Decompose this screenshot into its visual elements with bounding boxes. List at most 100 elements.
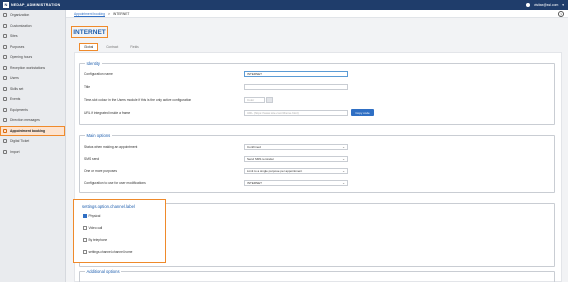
sites-icon bbox=[3, 34, 7, 39]
skills-icon bbox=[3, 86, 7, 91]
tab-contract[interactable]: Contract bbox=[102, 43, 122, 51]
sidebar-item-label: Events bbox=[10, 97, 21, 102]
brand[interactable]: N NEDAP_ADMINISTRATION bbox=[3, 1, 61, 8]
field-label: Configuration to use for user modificati… bbox=[84, 180, 146, 185]
sidebar-item-events[interactable]: Events bbox=[0, 94, 65, 105]
title-input[interactable] bbox=[244, 83, 348, 90]
sidebar-item-skills-set[interactable]: Skills set bbox=[0, 84, 65, 95]
field-label: Status when making an appointment bbox=[84, 144, 138, 149]
sidebar-item-label: Appointment booking bbox=[10, 128, 46, 133]
sidebar-item-label: Opening hours bbox=[10, 55, 33, 60]
checkbox-row[interactable]: Video call bbox=[83, 225, 102, 231]
chevron-down-icon: ⌄ bbox=[342, 157, 345, 161]
checkbox-row[interactable]: By telephone bbox=[83, 237, 107, 243]
color-swatch[interactable] bbox=[266, 96, 273, 103]
user-email[interactable]: visitax@ssl.com bbox=[534, 3, 558, 7]
chevron-down-icon: ⌄ bbox=[342, 181, 345, 185]
purposes-icon bbox=[3, 44, 7, 49]
top-bar: N NEDAP_ADMINISTRATION visitax@ssl.com ▾ bbox=[0, 0, 568, 10]
sidebar-item-sites[interactable]: Sites bbox=[0, 31, 65, 42]
chevron-down-icon: ⌄ bbox=[342, 169, 345, 173]
sidebar-item-equipments[interactable]: Equipments bbox=[0, 105, 65, 116]
sms-select[interactable]: Send SMS reminder ⌄ bbox=[244, 155, 348, 162]
message-icon bbox=[3, 118, 7, 123]
form-row: Time-slot colour in the Users module if … bbox=[84, 96, 550, 103]
user-modifications-select[interactable]: INTERNET ⌄ bbox=[244, 179, 348, 186]
checkbox-label: Video call bbox=[88, 226, 103, 230]
sidebar-item-label: Equipments bbox=[10, 107, 28, 112]
sidebar-item-reception-workstations[interactable]: Reception workstations bbox=[0, 63, 65, 74]
field-label: Configuration name bbox=[84, 71, 113, 76]
tab-global[interactable]: Global bbox=[79, 43, 99, 51]
sidebar-item-import[interactable]: Import bbox=[0, 147, 65, 158]
channel-options-box: settings.option.channel.label Physical V… bbox=[73, 199, 166, 263]
checkbox-physical[interactable] bbox=[83, 214, 87, 218]
sidebar-item-appointment-booking[interactable]: Appointment booking bbox=[0, 125, 65, 136]
chevron-down-icon: ⌄ bbox=[342, 145, 345, 149]
checkbox-telephone[interactable] bbox=[83, 238, 87, 242]
breadcrumb-current: INTERNET bbox=[112, 11, 130, 16]
chevron-down-icon[interactable]: ▾ bbox=[562, 3, 564, 7]
sidebar-item-organization[interactable]: Organization bbox=[0, 10, 65, 21]
sidebar-item-label: Direction messages bbox=[10, 118, 40, 123]
checkbox-label: By telephone bbox=[88, 238, 108, 242]
sidebar-item-label: Customization bbox=[10, 23, 32, 28]
additional-options-section: Additional options bbox=[79, 269, 555, 282]
sidebar-item-label: Purposes bbox=[10, 44, 25, 49]
field-label: SMS send bbox=[84, 156, 100, 161]
organization-icon bbox=[3, 13, 7, 18]
channel-title: settings.option.channel.label bbox=[82, 204, 135, 209]
sidebar-item-digital-ticket[interactable]: Digital Ticket bbox=[0, 136, 65, 147]
sidebar-item-label: Import bbox=[10, 149, 20, 154]
checkbox-home[interactable] bbox=[83, 250, 87, 254]
calendar-icon bbox=[3, 128, 7, 133]
events-icon bbox=[3, 97, 7, 102]
sidebar-item-label: Sites bbox=[10, 34, 18, 39]
select-value: Confirmed bbox=[247, 144, 261, 149]
sidebar-item-label: Skills set bbox=[10, 86, 24, 91]
purposes-select[interactable]: Limit to a single purpose per appointmen… bbox=[244, 167, 348, 174]
ticket-icon bbox=[3, 139, 7, 144]
identity-section: Identity Configuration name INTERNET Tit… bbox=[79, 61, 555, 125]
sidebar-item-purposes[interactable]: Purposes bbox=[0, 42, 65, 53]
breadcrumb-separator: > bbox=[107, 11, 110, 16]
sidebar-item-direction-messages[interactable]: Direction messages bbox=[0, 115, 65, 126]
checkbox-label: settings.channel.channel.home bbox=[88, 250, 133, 254]
nedap-logo-icon: N bbox=[3, 1, 9, 8]
breadcrumb-parent-link[interactable]: Appointment booking bbox=[74, 12, 105, 16]
checkbox-row[interactable]: Physical bbox=[83, 213, 100, 219]
sidebar-item-customization[interactable]: Customization bbox=[0, 21, 65, 32]
iframe-url-input[interactable]: URL (https://www.site.com/iframe.html) bbox=[244, 109, 348, 116]
select-value: Limit to a single purpose per appointmen… bbox=[247, 168, 303, 173]
checkbox-label: Physical bbox=[88, 214, 101, 218]
user-avatar-icon[interactable] bbox=[525, 2, 530, 7]
sidebar-item-label: Organization bbox=[10, 13, 30, 18]
sidebar-item-opening-hours[interactable]: Opening hours bbox=[0, 52, 65, 63]
help-icon[interactable]: ? bbox=[558, 11, 564, 17]
sidebar-item-users[interactable]: Users bbox=[0, 73, 65, 84]
main-options-section: Main options Status when making an appoi… bbox=[79, 133, 555, 193]
copy-code-button[interactable]: Copy code bbox=[351, 109, 374, 116]
checkbox-video-call[interactable] bbox=[83, 226, 87, 230]
configuration-name-input[interactable]: INTERNET bbox=[244, 70, 348, 77]
workstation-icon bbox=[3, 65, 7, 70]
select-value: Send SMS reminder bbox=[247, 156, 275, 161]
color-input[interactable]: Color bbox=[244, 96, 265, 103]
status-select[interactable]: Confirmed ⌄ bbox=[244, 143, 348, 150]
clock-icon bbox=[3, 55, 7, 60]
users-icon bbox=[3, 76, 7, 81]
breadcrumb: Appointment booking > INTERNET ? bbox=[66, 10, 568, 18]
field-label: One or more purposes bbox=[84, 168, 117, 173]
sidebar-item-label: Reception workstations bbox=[10, 65, 46, 70]
section-title: Main options bbox=[85, 133, 112, 138]
sidebar: Organization Customization Sites Purpose… bbox=[0, 10, 66, 282]
section-title: Additional options bbox=[85, 269, 122, 274]
field-label: URL if integrated inside a frame bbox=[84, 110, 131, 115]
sidebar-item-label: Digital Ticket bbox=[10, 139, 30, 144]
brand-name: NEDAP_ADMINISTRATION bbox=[11, 2, 61, 7]
tab-fields[interactable]: Fields bbox=[126, 43, 143, 51]
page-title: INTERNET bbox=[71, 26, 108, 38]
section-title: Identity bbox=[85, 61, 102, 66]
sidebar-item-label: Users bbox=[10, 76, 19, 81]
checkbox-row[interactable]: settings.channel.channel.home bbox=[83, 249, 132, 255]
